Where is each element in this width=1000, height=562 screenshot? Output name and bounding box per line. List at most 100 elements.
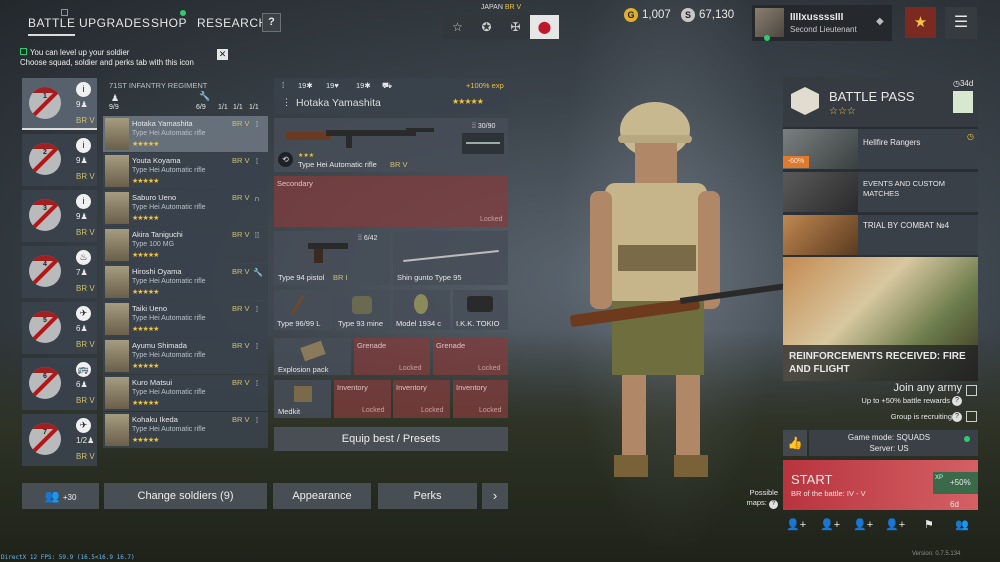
mode-selector[interactable]: ☆ ✪ ✠ ⬤ bbox=[443, 15, 559, 39]
clock-icon: ◷ bbox=[953, 79, 960, 88]
help-icon[interactable]: ? bbox=[952, 396, 962, 406]
item-slot[interactable]: I.K.K. TOKIO bbox=[453, 290, 508, 330]
notification-banner: You can level up your soldier Choose squ… bbox=[20, 48, 228, 67]
squad-card[interactable]: 5 ✈ 6♟ BR V bbox=[22, 302, 97, 354]
modification-icon[interactable]: ⟲ bbox=[278, 152, 293, 167]
more-button[interactable]: › bbox=[482, 483, 508, 509]
star-outline-icon[interactable]: ☆ bbox=[443, 15, 472, 39]
tab-battle[interactable]: BATTLE bbox=[28, 10, 76, 36]
flag-icon[interactable]: ⚑ bbox=[924, 518, 934, 531]
tab-research[interactable]: RESEARCH bbox=[197, 10, 268, 36]
soldier-row[interactable]: Kohaku Ikeda Type Hei Automatic rifle ★★… bbox=[103, 412, 268, 448]
secondary-weapon-slot[interactable]: Secondary Locked bbox=[274, 176, 508, 227]
primary-weapon-slot[interactable]: ⁞⁞ 30/90 ⟲ ★★★ Type Hei Automatic rifle … bbox=[274, 118, 508, 172]
player-name: IIIIxussssIII bbox=[790, 12, 844, 23]
grenade-slot[interactable]: Grenade Locked bbox=[433, 338, 508, 375]
help-icon[interactable]: ? bbox=[952, 412, 962, 422]
squad-card[interactable]: 1 i 9♟ BR V bbox=[22, 78, 97, 130]
event-title: TRIAL BY COMBAT №4 bbox=[863, 221, 950, 230]
pistol-slot[interactable]: ⁞⁞ 6/42 Type 94 pistol BR I bbox=[274, 231, 390, 285]
battle-pass-header[interactable]: BATTLE PASS ☆☆☆ ◷34d bbox=[783, 77, 978, 127]
rifle-icon: ⁞ bbox=[255, 379, 259, 388]
star-circle-icon[interactable]: ✪ bbox=[472, 15, 501, 39]
item-slot[interactable]: Model 1934 c bbox=[393, 290, 450, 330]
item-slot[interactable]: Type 93 mine bbox=[335, 290, 390, 330]
event-trial-by-combat[interactable]: TRIAL BY COMBAT №4 bbox=[783, 215, 978, 255]
grenade-label: Grenade bbox=[436, 341, 466, 350]
change-soldiers-button[interactable]: Change soldiers (9) bbox=[104, 483, 267, 509]
medkit-slot[interactable]: Medkit bbox=[274, 380, 331, 418]
help-button[interactable]: ? bbox=[262, 13, 281, 32]
wrench-icon: 🔧 bbox=[199, 91, 211, 101]
squad-card[interactable]: 6 🚌 6♟ BR V bbox=[22, 358, 97, 410]
soldier-row[interactable]: Taiki Ueno Type Hei Automatic rifle ★★★★… bbox=[103, 301, 268, 337]
ammo-count: ⁞⁞ 30/90 bbox=[472, 123, 496, 130]
grenade-icon bbox=[414, 294, 428, 314]
perks-button[interactable]: Perks bbox=[378, 483, 477, 509]
add-friend-icon[interactable]: 👤+ bbox=[786, 518, 806, 531]
bayonet-slot[interactable] bbox=[462, 133, 504, 154]
inventory-slot[interactable]: Inventory Locked bbox=[453, 380, 508, 418]
squad-card[interactable]: 7 ✈ 1/2♟ BR V bbox=[22, 414, 97, 466]
rank-star-icon[interactable]: ★ bbox=[905, 7, 936, 38]
equip-best-button[interactable]: Equip best / Presets bbox=[274, 427, 508, 451]
soldier-row[interactable]: Saburo Ueno Type Hei Automatic rifle ★★★… bbox=[103, 190, 268, 226]
event-hellfire-rangers[interactable]: -60% Hellfire Rangers ◷ bbox=[783, 129, 978, 169]
menu-dots-icon[interactable]: ⋮ bbox=[282, 97, 291, 108]
add-friend-icon[interactable]: 👤+ bbox=[853, 518, 873, 531]
soldier-portrait bbox=[105, 340, 129, 372]
squad-emblem-icon: 5 bbox=[29, 311, 61, 343]
inventory-slot[interactable]: Inventory Locked bbox=[393, 380, 450, 418]
add-friend-icon[interactable]: 👤+ bbox=[820, 518, 840, 531]
game-mode-panel[interactable]: Game mode: SQUADS Server: US bbox=[809, 430, 978, 456]
soldier-weapon: Type Hei Automatic rifle bbox=[132, 130, 206, 137]
profile-card[interactable]: IIIIxussssIII Second Lieutenant ◆ bbox=[752, 5, 892, 41]
melee-name: Shin gunto Type 95 bbox=[397, 273, 462, 282]
squad-card[interactable]: 2 i 9♟ BR V bbox=[22, 134, 97, 186]
reinforcements-banner[interactable]: REINFORCEMENTS RECEIVED: FIRE AND FLIGHT bbox=[783, 257, 978, 381]
soldier-row[interactable]: Akira Taniguchi Type 100 MG ★★★★★ BR V ⁞… bbox=[103, 227, 268, 263]
inventory-slot[interactable]: Inventory Locked bbox=[334, 380, 391, 418]
soldier-stars: ★★★★★ bbox=[132, 363, 159, 370]
soldier-row[interactable]: Hotaka Yamashita Type Hei Automatic rifl… bbox=[103, 116, 268, 152]
discount-badge: -60% bbox=[783, 156, 809, 168]
item-slot[interactable]: Type 96/99 L bbox=[274, 290, 332, 330]
explosion-pack-slot[interactable]: Explosion pack bbox=[274, 338, 351, 375]
level-up-icon bbox=[20, 48, 27, 55]
grenade-slot[interactable]: Grenade Locked bbox=[354, 338, 430, 375]
menu-icon[interactable]: ☰ bbox=[945, 7, 977, 39]
join-any-army-checkbox[interactable] bbox=[966, 385, 977, 396]
cross-icon[interactable]: ✠ bbox=[501, 15, 530, 39]
group-recruiting-checkbox[interactable] bbox=[966, 411, 977, 422]
soldier-name: Kuro Matsui bbox=[132, 378, 173, 387]
soldier-row[interactable]: Youta Koyama Type Hei Automatic rifle ★★… bbox=[103, 153, 268, 189]
grenade-icon bbox=[290, 294, 305, 316]
squad-card[interactable]: 4 ♨ 7♟ BR V bbox=[22, 246, 97, 298]
squad-card[interactable]: 3 i 9♟ BR V bbox=[22, 190, 97, 242]
tab-upgrades[interactable]: UPGRADES bbox=[79, 10, 150, 36]
squad-count: 1/2♟ bbox=[76, 436, 95, 445]
battle-tab-badge bbox=[61, 9, 68, 16]
soldier-stars: ★★★★★ bbox=[132, 326, 159, 333]
appearance-button[interactable]: Appearance bbox=[273, 483, 371, 509]
soldier-row[interactable]: Kuro Matsui Type Hei Automatic rifle ★★★… bbox=[103, 375, 268, 411]
event-custom-matches[interactable]: EVENTS AND CUSTOM MATCHES bbox=[783, 172, 978, 212]
soldier-br: BR V bbox=[232, 156, 250, 165]
add-friend-icon[interactable]: 👤+ bbox=[885, 518, 905, 531]
close-icon[interactable]: ✕ bbox=[217, 49, 228, 60]
soldier-br: BR V bbox=[232, 193, 250, 202]
friends-icon[interactable]: 👥 bbox=[955, 518, 969, 531]
soldier-row[interactable]: Ayumu Shimada Type Hei Automatic rifle ★… bbox=[103, 338, 268, 374]
hinomaru-icon[interactable]: ⬤ bbox=[530, 15, 559, 39]
melee-slot[interactable]: Shin gunto Type 95 bbox=[393, 231, 508, 285]
help-icon[interactable]: ? bbox=[769, 500, 778, 509]
reserve-button[interactable]: 👥 +30 bbox=[22, 483, 99, 509]
primary-weapon-name: Type Hei Automatic rifle bbox=[298, 160, 377, 169]
start-button[interactable]: START BR of the battle: IV - V +50% 6d X… bbox=[783, 460, 978, 510]
battle-rewards-label: Up to +50% battle rewards bbox=[861, 396, 950, 405]
soldier-br: BR V bbox=[232, 267, 250, 276]
thumbs-up-icon[interactable]: 👍 bbox=[783, 430, 807, 456]
soldier-row[interactable]: Hiroshi Oyama Type Hei Automatic rifle ★… bbox=[103, 264, 268, 300]
slot-count: 6/9 bbox=[196, 104, 206, 111]
soldier-portrait bbox=[105, 155, 129, 187]
